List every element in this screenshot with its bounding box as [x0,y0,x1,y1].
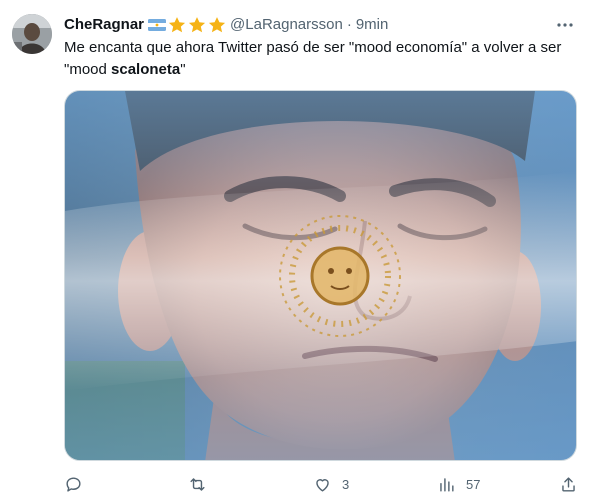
argentina-flag-icon [148,19,167,31]
tweet-text-end: " [180,61,186,78]
heart-icon [316,478,329,492]
separator-dot: · [346,16,352,33]
retweet-button[interactable] [188,474,217,494]
author-avatar[interactable] [12,14,52,54]
views-button[interactable]: 57 [437,474,480,494]
more-options-icon[interactable] [555,15,575,35]
share-button[interactable] [559,474,578,494]
views-chart-icon [440,477,454,492]
author-handle[interactable]: @LaRagnarsson [230,15,343,35]
like-button[interactable]: 3 [313,474,349,494]
tweet-actions: 3 57 [64,474,579,494]
tweet-header: CheRagnar @LaRagnarsson · 9min [64,15,575,35]
star-icon [208,17,226,33]
views-count: 57 [466,476,481,492]
star-icon [188,17,206,33]
reply-icon [66,476,81,492]
retweet-icon [190,477,205,491]
author-display-name[interactable]: CheRagnar [64,15,144,35]
share-icon [562,476,575,492]
star-badges [167,15,227,35]
tweet-text: Me encanta que ahora Twitter pasó de ser… [64,37,579,81]
media-photo [65,91,576,460]
tweet-text-bold: scaloneta [111,61,181,78]
star-icon [168,17,186,33]
reply-button[interactable] [64,474,93,494]
like-count: 3 [342,476,350,492]
tweet-timestamp[interactable]: 9min [356,15,389,35]
tweet-media-image[interactable] [64,90,577,461]
